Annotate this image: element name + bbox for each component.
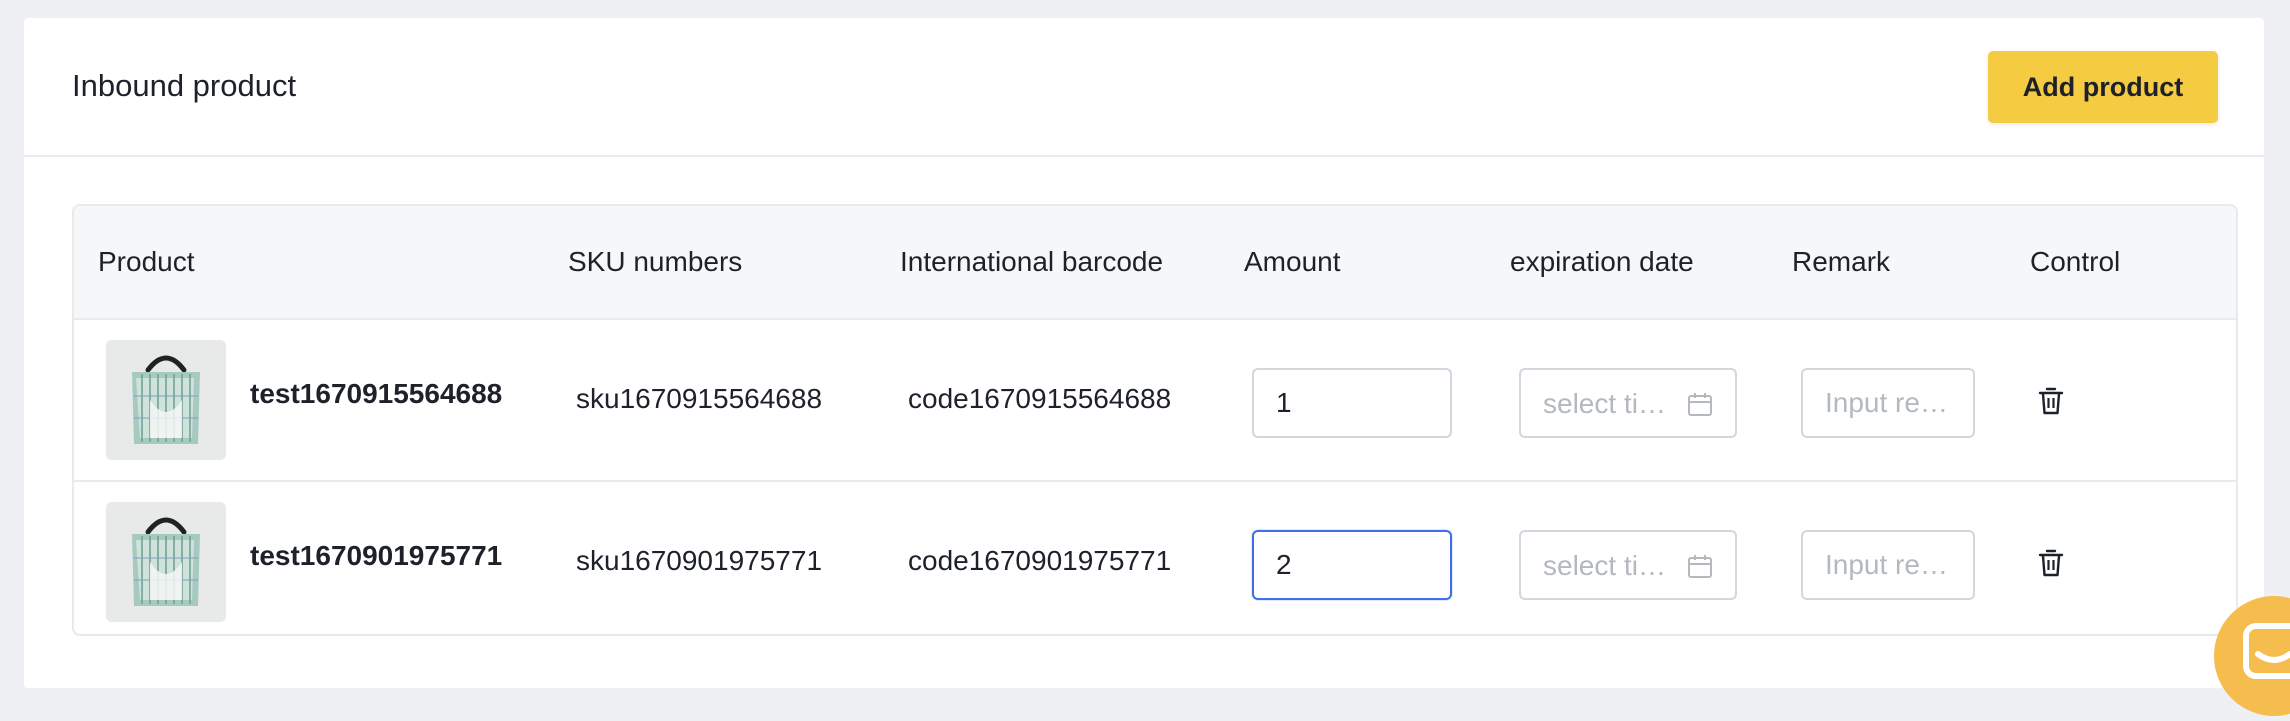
table-header: Product SKU numbers International barcod…	[74, 206, 2236, 320]
expiration-date-picker[interactable]: select time	[1519, 368, 1737, 438]
column-header-product: Product	[98, 246, 195, 277]
table-row: test1670901975771 sku1670901975771 code1…	[74, 482, 2236, 634]
chat-icon	[2243, 623, 2290, 679]
expiration-date-picker[interactable]: select time	[1519, 530, 1737, 600]
sku-value: sku1670901975771	[576, 545, 823, 576]
card-header: Inbound product Add product	[24, 18, 2264, 157]
column-header-remark: Remark	[1792, 246, 1891, 277]
remark-input[interactable]	[1801, 368, 1975, 438]
table-row: test1670915564688 sku1670915564688 code1…	[74, 320, 2236, 482]
remark-input[interactable]	[1801, 530, 1975, 600]
product-table: Product SKU numbers International barcod…	[72, 204, 2238, 636]
calendar-icon	[1688, 393, 1712, 416]
product-name: test1670901975771	[250, 540, 503, 571]
column-header-expiration: expiration date	[1510, 246, 1694, 277]
amount-input[interactable]	[1252, 368, 1452, 438]
column-header-barcode: International barcode	[900, 246, 1164, 277]
barcode-value: code1670901975771	[908, 545, 1172, 576]
add-product-button[interactable]: Add product	[1988, 51, 2218, 123]
column-header-amount: Amount	[1244, 246, 1341, 277]
amount-input[interactable]	[1252, 530, 1452, 600]
column-header-control: Control	[2030, 246, 2121, 277]
barcode-value: code1670915564688	[908, 383, 1172, 414]
date-placeholder: select time	[1543, 388, 1673, 419]
date-placeholder: select time	[1543, 550, 1673, 581]
inbound-product-card: Inbound product Add product Product SKU …	[24, 18, 2264, 688]
product-name: test1670915564688	[250, 378, 503, 409]
trash-icon[interactable]	[2038, 386, 2064, 416]
product-thumbnail	[106, 340, 226, 460]
column-header-sku: SKU numbers	[568, 246, 743, 277]
sku-value: sku1670915564688	[576, 383, 823, 414]
product-thumbnail	[106, 502, 226, 622]
calendar-icon	[1688, 555, 1712, 578]
chat-launcher-button[interactable]	[2214, 596, 2290, 716]
page-title: Inbound product	[72, 68, 297, 103]
trash-icon[interactable]	[2038, 548, 2064, 578]
